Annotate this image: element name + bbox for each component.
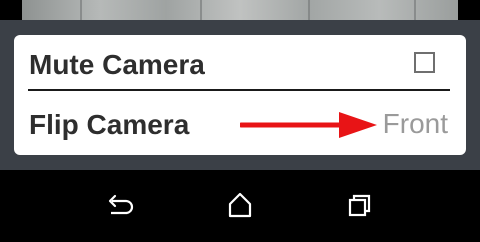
red-arrow-annotation bbox=[240, 112, 377, 138]
mute-camera-checkbox[interactable] bbox=[414, 52, 435, 73]
camera-options-menu: Mute Camera Flip Camera Front bbox=[14, 35, 466, 155]
flip-camera-label: Flip Camera bbox=[29, 109, 190, 140]
recents-button[interactable] bbox=[342, 190, 378, 220]
flip-camera-value[interactable]: Front bbox=[383, 108, 448, 140]
home-button[interactable] bbox=[222, 190, 258, 220]
navigation-bar bbox=[0, 170, 480, 242]
back-icon bbox=[108, 194, 134, 215]
back-button[interactable] bbox=[101, 190, 137, 220]
mute-camera-option[interactable]: Mute Camera bbox=[14, 35, 466, 95]
recents-icon bbox=[348, 194, 371, 217]
menu-divider bbox=[28, 89, 450, 91]
mute-camera-label: Mute Camera bbox=[29, 49, 205, 80]
flip-camera-option[interactable]: Flip Camera Front bbox=[14, 95, 466, 155]
home-icon bbox=[228, 192, 252, 218]
